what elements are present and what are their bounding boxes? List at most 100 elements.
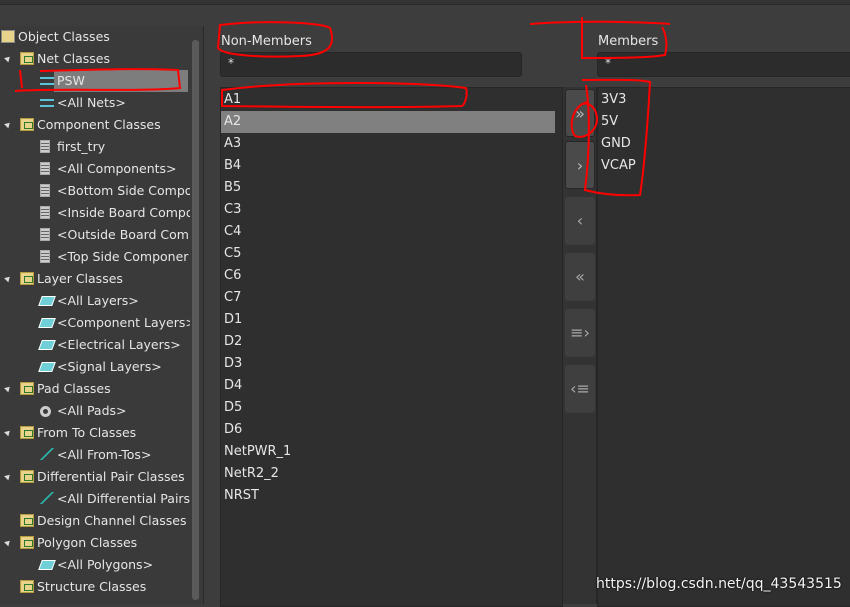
list-item[interactable]: D2 [221,331,242,353]
top-bar [0,0,850,5]
tree-item[interactable]: Polygon Classes [0,532,190,554]
tree-item-label: <Electrical Layers> [57,337,181,352]
remove-button[interactable]: ‹ [565,197,595,245]
members-list[interactable]: 3V3 5V GND VCAP [597,87,850,607]
tree-item[interactable]: <All Nets> [0,92,190,114]
list-item[interactable]: C4 [221,221,241,243]
tree-item[interactable]: <Bottom Side Compo [0,180,190,202]
tree-item-label: PSW [54,70,188,92]
non-members-list[interactable]: A1 A2 A3 B4 B5 C3 C4 C5 C6 C7 D1 D2 D3 D4 D5 D6 NetPWR_1… [220,87,563,607]
list-item[interactable]: A1 [221,89,241,111]
tree-item-label: <Inside Board Compo [57,205,190,220]
comp-icon [40,162,50,175]
top-icon [1,30,15,43]
remove-all-button[interactable]: « [565,253,595,301]
list-item[interactable]: 5V [598,111,618,133]
list-item[interactable]: B5 [221,177,241,199]
add-button[interactable]: › [565,141,595,189]
non-members-filter-input[interactable]: * [220,52,522,77]
folder-icon [20,118,34,131]
tree-scrollbar[interactable] [192,40,199,600]
tree-item[interactable]: PSW [0,70,190,92]
tree-item-label: <All Polygons> [57,557,154,572]
list-item[interactable]: C6 [221,265,241,287]
tree-item[interactable]: <Inside Board Compo [0,202,190,224]
folder-icon [20,52,34,65]
tree-item-label: <All Components> [57,161,177,176]
add-filtered-button[interactable]: ≡› [565,309,595,357]
expand-arrow-icon[interactable] [4,120,12,129]
folder-icon [20,272,34,285]
comp-icon [40,250,50,263]
tree-item[interactable]: <Electrical Layers> [0,334,190,356]
tree-item-label: Component Classes [37,117,161,132]
folder-icon [20,580,34,593]
list-item[interactable]: A2 [221,111,555,133]
tree-item[interactable]: Pad Classes [0,378,190,400]
list-item[interactable]: D5 [221,397,242,419]
tree-item[interactable]: <All Polygons> [0,554,190,576]
expand-arrow-icon[interactable] [4,428,12,437]
net-icon [40,99,54,107]
tree-item[interactable]: <All Components> [0,158,190,180]
expand-arrow-icon[interactable] [4,384,12,393]
tree-item-label: <Signal Layers> [57,359,162,374]
object-classes-tree: Object Classes Net Classes PSW <All Nets> Co… [0,26,204,604]
tree-item[interactable]: <All Layers> [0,290,190,312]
expand-arrow-icon[interactable] [4,538,12,547]
comp-icon [40,184,50,197]
folder-icon [20,426,34,439]
tree-item[interactable]: Component Classes [0,114,190,136]
list-item[interactable]: D4 [221,375,242,397]
list-item[interactable]: GND [598,133,631,155]
expand-arrow-icon[interactable] [4,54,12,63]
expand-arrow-icon[interactable] [4,472,12,481]
pad-icon [40,406,51,417]
tree-item[interactable]: Net Classes [0,48,190,70]
tree-item[interactable]: Structure Classes [0,576,190,598]
tree-item[interactable]: Object Classes [0,26,190,48]
list-item[interactable]: C3 [221,199,241,221]
list-item[interactable]: VCAP [598,155,636,177]
members-label: Members [598,34,659,49]
list-item[interactable]: NRST [221,485,259,507]
tree-item[interactable]: <Component Layers> [0,312,190,334]
list-item[interactable]: D1 [221,309,242,331]
list-item[interactable]: C7 [221,287,241,309]
folder-icon [20,470,34,483]
tree-item[interactable]: <All Pads> [0,400,190,422]
tree-item[interactable]: Design Channel Classes [0,510,190,532]
expand-arrow-icon[interactable] [4,274,12,283]
list-item[interactable]: B4 [221,155,241,177]
list-item[interactable]: NetR2_2 [221,463,279,485]
ft-icon [40,448,54,460]
tree-item-label: <All Layers> [57,293,139,308]
remove-filtered-button[interactable]: ‹≡ [565,365,595,413]
list-item[interactable]: 3V3 [598,89,626,111]
tree-item-label: <All Nets> [57,95,126,110]
tree-item-label: Design Channel Classes [37,513,187,528]
tree-item[interactable]: <Signal Layers> [0,356,190,378]
tree-item[interactable]: Differential Pair Classes [0,466,190,488]
comp-icon [40,228,50,241]
members-filter-input[interactable]: * [597,52,850,77]
tree-item-label: <All From-Tos> [57,447,152,462]
list-item[interactable]: C5 [221,243,241,265]
tree-item[interactable]: <All From-Tos> [0,444,190,466]
net-icon [40,77,54,85]
comp-icon [40,206,50,219]
list-item[interactable]: D3 [221,353,242,375]
tree-item-label: first_try [57,139,106,154]
list-item[interactable]: NetPWR_1 [221,441,291,463]
tree-item[interactable]: <Outside Board Com [0,224,190,246]
list-item[interactable]: A3 [221,133,241,155]
tree-item-label: <All Differential Pairs: [57,491,190,506]
tree-item[interactable]: <All Differential Pairs: [0,488,190,510]
tree-item[interactable]: first_try [0,136,190,158]
list-item[interactable]: D6 [221,419,242,441]
tree-item[interactable]: Layer Classes [0,268,190,290]
folder-icon [20,514,34,527]
tree-item[interactable]: <Top Side Componer [0,246,190,268]
tree-item[interactable]: From To Classes [0,422,190,444]
add-all-button[interactable]: » [565,89,595,137]
